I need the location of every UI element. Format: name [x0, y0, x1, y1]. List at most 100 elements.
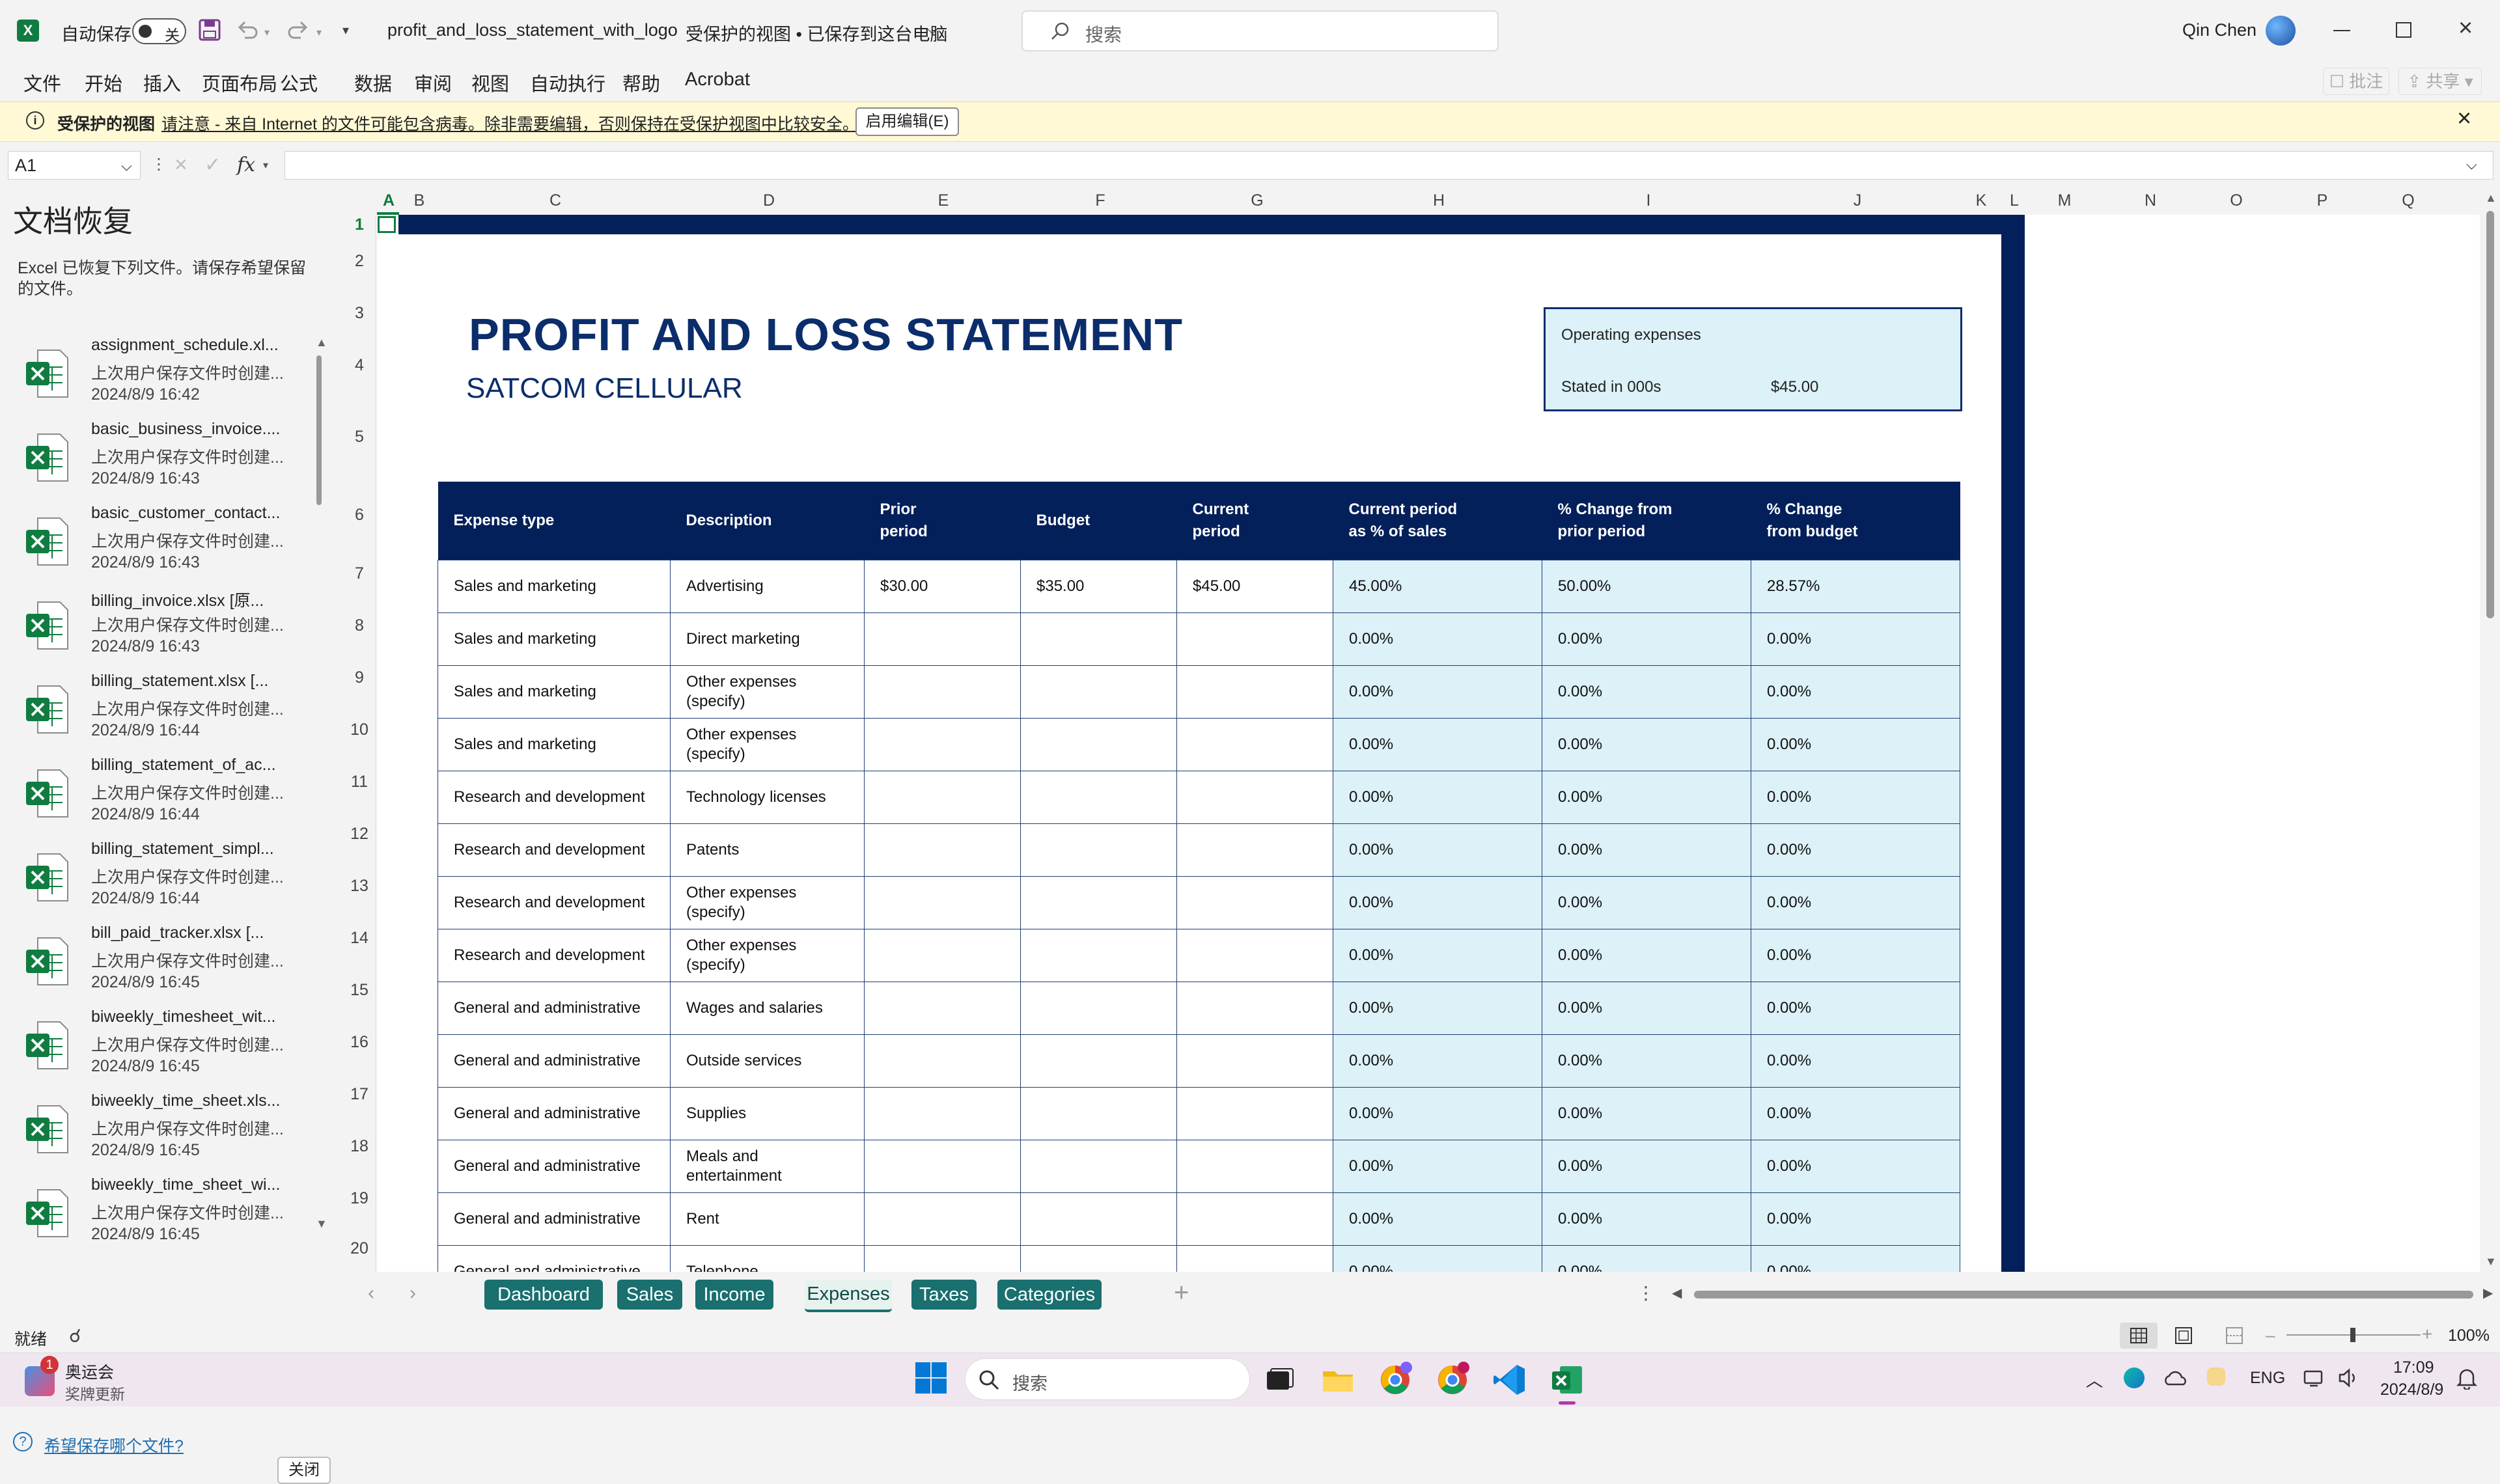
- table-cell[interactable]: [1020, 1034, 1177, 1088]
- row-header[interactable]: 15: [343, 981, 376, 1000]
- undo-dropdown-icon[interactable]: ▾: [264, 26, 270, 39]
- vscode-icon[interactable]: [1491, 1361, 1529, 1399]
- table-cell[interactable]: [1176, 1192, 1333, 1246]
- row-header[interactable]: 19: [343, 1189, 376, 1208]
- table-cell[interactable]: [1176, 1034, 1333, 1088]
- recovery-item[interactable]: billing_invoice.xlsx [原... 上次用户保存文件时创建...…: [0, 585, 326, 668]
- table-cell[interactable]: $45.00: [1176, 560, 1333, 613]
- table-cell[interactable]: [1020, 823, 1177, 877]
- column-header[interactable]: A: [376, 191, 402, 210]
- table-cell[interactable]: [1020, 1140, 1177, 1193]
- table-cell[interactable]: [1176, 982, 1333, 1035]
- table-cell[interactable]: 0.00%: [1333, 718, 1542, 771]
- chrome-profile-y-icon[interactable]: [1434, 1361, 1471, 1399]
- table-cell[interactable]: 0.00%: [1542, 982, 1751, 1035]
- table-cell[interactable]: 0.00%: [1542, 612, 1751, 666]
- table-cell[interactable]: 0.00%: [1542, 1192, 1751, 1246]
- table-cell[interactable]: [864, 1140, 1021, 1193]
- table-cell[interactable]: Other expenses (specify): [670, 718, 865, 771]
- row-header[interactable]: 3: [343, 304, 376, 323]
- chrome-profile-q-icon[interactable]: [1376, 1361, 1414, 1399]
- menu-5[interactable]: 数据: [354, 69, 392, 96]
- cancel-formula-icon[interactable]: ×: [174, 152, 188, 178]
- table-cell[interactable]: General and administrative: [438, 1192, 671, 1246]
- table-cell[interactable]: 0.00%: [1333, 876, 1542, 929]
- table-cell[interactable]: [864, 718, 1021, 771]
- table-cell[interactable]: General and administrative: [438, 1140, 671, 1193]
- table-cell[interactable]: 0.00%: [1751, 823, 1960, 877]
- recovery-item[interactable]: biweekly_time_sheet_wi... 上次用户保存文件时创建... 2…: [0, 1173, 326, 1256]
- menu-10[interactable]: Acrobat: [685, 69, 750, 90]
- table-cell[interactable]: Sales and marketing: [438, 612, 671, 666]
- column-header[interactable]: P: [2309, 191, 2335, 210]
- table-cell[interactable]: [864, 876, 1021, 929]
- table-cell[interactable]: [1020, 665, 1177, 719]
- table-cell[interactable]: 0.00%: [1333, 612, 1542, 666]
- table-cell[interactable]: [864, 1087, 1021, 1140]
- table-cell[interactable]: Research and development: [438, 929, 671, 982]
- table-cell[interactable]: 0.00%: [1542, 771, 1751, 824]
- expand-formula-icon[interactable]: ⌵: [2466, 156, 2477, 173]
- row-header[interactable]: 13: [343, 877, 376, 896]
- row-header[interactable]: 9: [343, 668, 376, 687]
- menu-1[interactable]: 开始: [85, 69, 122, 96]
- table-cell[interactable]: Wages and salaries: [670, 982, 865, 1035]
- clock-time[interactable]: 17:09: [2393, 1358, 2434, 1377]
- show-hidden-icons-icon[interactable]: ︿: [2086, 1367, 2103, 1392]
- table-cell[interactable]: 0.00%: [1751, 718, 1960, 771]
- table-cell[interactable]: Rent: [670, 1192, 865, 1246]
- recovery-item[interactable]: billing_statement.xlsx [... 上次用户保存文件时创建..…: [0, 669, 326, 752]
- table-cell[interactable]: 0.00%: [1751, 1245, 1960, 1272]
- row-header[interactable]: 5: [343, 428, 376, 447]
- table-cell[interactable]: [1176, 1245, 1333, 1272]
- formula-input[interactable]: [285, 151, 2493, 180]
- table-cell[interactable]: 0.00%: [1542, 823, 1751, 877]
- table-cell[interactable]: 0.00%: [1751, 771, 1960, 824]
- table-cell[interactable]: General and administrative: [438, 1087, 671, 1140]
- table-cell[interactable]: 50.00%: [1542, 560, 1751, 613]
- row-header[interactable]: 7: [343, 564, 376, 583]
- document-status[interactable]: 受保护的视图 • 已保存到这台电脑: [686, 20, 947, 46]
- table-cell[interactable]: [1020, 1087, 1177, 1140]
- table-cell[interactable]: $30.00: [864, 560, 1021, 613]
- table-cell[interactable]: 0.00%: [1333, 929, 1542, 982]
- table-cell[interactable]: [1020, 982, 1177, 1035]
- table-cell[interactable]: [864, 982, 1021, 1035]
- table-cell[interactable]: Meals and entertainment: [670, 1140, 865, 1193]
- widget-title[interactable]: 奥运会: [65, 1360, 114, 1383]
- recovery-item[interactable]: biweekly_timesheet_wit... 上次用户保存文件时创建... 2…: [0, 1005, 326, 1088]
- column-header[interactable]: H: [1426, 191, 1452, 210]
- accessibility-icon[interactable]: ☌: [69, 1325, 81, 1347]
- table-cell[interactable]: [864, 1245, 1021, 1272]
- table-cell[interactable]: [864, 1192, 1021, 1246]
- menu-6[interactable]: 审阅: [414, 69, 452, 96]
- recovery-item[interactable]: biweekly_time_sheet.xls... 上次用户保存文件时创建...…: [0, 1089, 326, 1172]
- zoom-out-icon[interactable]: –: [2266, 1325, 2275, 1345]
- table-cell[interactable]: Supplies: [670, 1087, 865, 1140]
- column-header[interactable]: Q: [2395, 191, 2421, 210]
- more-options-icon[interactable]: ⋮: [151, 155, 167, 174]
- tab-categories[interactable]: Categories: [997, 1280, 1102, 1310]
- horizontal-scrollbar[interactable]: ◀ ▶: [1668, 1285, 2499, 1304]
- table-cell[interactable]: [1176, 1087, 1333, 1140]
- table-cell[interactable]: 0.00%: [1751, 1140, 1960, 1193]
- row-header[interactable]: 18: [343, 1137, 376, 1156]
- table-cell[interactable]: 0.00%: [1542, 876, 1751, 929]
- volume-icon[interactable]: [2337, 1366, 2361, 1390]
- column-header[interactable]: L: [2001, 191, 2027, 210]
- search-box[interactable]: 搜索: [1021, 10, 1499, 51]
- row-header[interactable]: 17: [343, 1085, 376, 1104]
- table-cell[interactable]: 0.00%: [1333, 1192, 1542, 1246]
- table-cell[interactable]: Research and development: [438, 876, 671, 929]
- table-cell[interactable]: 0.00%: [1542, 1140, 1751, 1193]
- table-cell[interactable]: Advertising: [670, 560, 865, 613]
- tab-taxes[interactable]: Taxes: [911, 1280, 977, 1310]
- table-cell[interactable]: [1176, 718, 1333, 771]
- table-cell[interactable]: 0.00%: [1542, 1034, 1751, 1088]
- redo-dropdown-icon[interactable]: ▾: [316, 26, 322, 39]
- row-header[interactable]: 11: [343, 773, 376, 791]
- row-header[interactable]: 1: [343, 215, 376, 234]
- recovery-item[interactable]: assignment_schedule.xl... 上次用户保存文件时创建... 2…: [0, 333, 326, 417]
- table-cell[interactable]: 28.57%: [1751, 560, 1960, 613]
- table-cell[interactable]: Patents: [670, 823, 865, 877]
